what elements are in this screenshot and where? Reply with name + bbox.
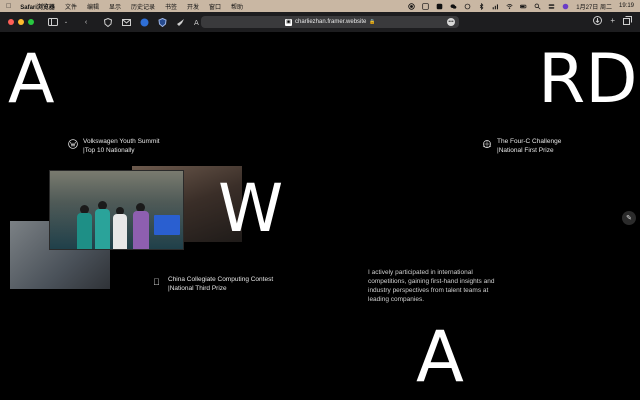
award-computing-contest-title: China Collegiate Computing Contest bbox=[168, 276, 274, 283]
battery-icon[interactable] bbox=[520, 3, 527, 10]
n-app-icon[interactable] bbox=[436, 3, 443, 10]
safari-toolbar: ⌄ ‹ A ▣ charliezhan.framer.website 🔒 •••… bbox=[0, 12, 640, 32]
menubar-date[interactable]: 1月27日 周二 bbox=[576, 2, 612, 11]
award-letters-rd: RD bbox=[538, 40, 638, 119]
menu-help[interactable]: 帮助 bbox=[231, 2, 243, 11]
site-favicon-icon: ▣ bbox=[285, 18, 292, 26]
award-letter-w: W bbox=[218, 170, 284, 247]
privacy-shield-icon[interactable] bbox=[103, 17, 113, 27]
sidebar-icon[interactable] bbox=[48, 17, 58, 27]
awards-description: I actively participated in international… bbox=[368, 269, 495, 304]
extension-bird-icon[interactable] bbox=[175, 17, 185, 27]
menu-develop[interactable]: 开发 bbox=[187, 2, 199, 11]
wifi-icon[interactable] bbox=[506, 3, 513, 10]
menu-edit[interactable]: 编辑 bbox=[87, 2, 99, 11]
award-volkswagen: Volkswagen Youth Summit |Top 10 National… bbox=[68, 138, 160, 156]
award-four-c-rank: |National First Prize bbox=[497, 146, 554, 154]
award-volkswagen-rank: |Top 10 Nationally bbox=[83, 146, 135, 154]
menu-bookmarks[interactable]: 书签 bbox=[165, 2, 177, 11]
bars-icon[interactable] bbox=[492, 3, 499, 10]
control-center-icon[interactable] bbox=[548, 3, 555, 10]
award-volkswagen-title: Volkswagen Youth Summit bbox=[83, 138, 160, 145]
extension-shield-icon[interactable] bbox=[157, 17, 167, 27]
notes-icon[interactable] bbox=[422, 2, 429, 10]
extension-blue-icon[interactable] bbox=[139, 17, 149, 27]
apple-logo-icon:  bbox=[153, 277, 163, 287]
toolbar-right: + bbox=[593, 16, 632, 27]
chat-icon[interactable] bbox=[464, 3, 471, 10]
window-controls bbox=[8, 19, 34, 25]
siri-icon[interactable] bbox=[562, 3, 569, 10]
back-icon[interactable]: ‹ bbox=[81, 17, 91, 27]
status-area: 1月27日 周二 19:19 bbox=[408, 2, 634, 11]
address-url[interactable]: charliezhan.framer.website bbox=[295, 19, 366, 25]
search-icon[interactable] bbox=[534, 3, 541, 10]
bluetooth-icon[interactable] bbox=[478, 2, 485, 10]
record-icon[interactable] bbox=[408, 2, 416, 10]
webpage-canvas: A RD Volkswagen Youth Summit |Top 10 Nat… bbox=[0, 32, 640, 400]
award-four-c: The Four-C Challenge |National First Pri… bbox=[482, 138, 561, 156]
menubar-time[interactable]: 19:19 bbox=[619, 3, 634, 9]
svg-text:A: A bbox=[194, 19, 199, 27]
menu-app-name[interactable]: Safari浏览器 bbox=[20, 2, 55, 11]
address-bar[interactable]: ▣ charliezhan.framer.website 🔒 ••• bbox=[201, 16, 459, 28]
new-tab-icon[interactable]: + bbox=[610, 16, 615, 27]
apple-menu-icon[interactable]:  bbox=[6, 3, 11, 10]
zoom-window-button[interactable] bbox=[28, 19, 34, 25]
award-four-c-title: The Four-C Challenge bbox=[497, 138, 562, 145]
more-options-icon[interactable]: ••• bbox=[447, 18, 455, 26]
un-logo-icon bbox=[482, 140, 492, 148]
downloads-icon[interactable] bbox=[593, 16, 603, 27]
menu-history[interactable]: 历史记录 bbox=[131, 2, 155, 11]
close-window-button[interactable] bbox=[8, 19, 14, 25]
minimize-window-button[interactable] bbox=[18, 19, 24, 25]
award-letter-a-bottom: A bbox=[416, 316, 464, 398]
tab-overview-icon[interactable] bbox=[623, 16, 632, 27]
extension-mail-icon[interactable] bbox=[121, 17, 131, 27]
chevron-down-icon[interactable]: ⌄ bbox=[61, 17, 71, 27]
macos-menu-bar:  Safari浏览器 文件 编辑 显示 历史记录 书签 开发 窗口 帮助 1月… bbox=[0, 0, 640, 12]
volkswagen-logo-icon bbox=[68, 139, 78, 149]
wechat-icon[interactable] bbox=[450, 3, 457, 10]
menu-window[interactable]: 窗口 bbox=[209, 2, 221, 11]
photo-group-event bbox=[49, 170, 184, 250]
menu-view[interactable]: 显示 bbox=[109, 2, 121, 11]
lock-icon: 🔒 bbox=[369, 19, 376, 25]
award-computing-contest:  China Collegiate Computing Contest |Na… bbox=[153, 276, 273, 294]
menu-file[interactable]: 文件 bbox=[65, 2, 77, 11]
edit-pencil-icon[interactable]: ✎ bbox=[622, 211, 636, 225]
award-computing-contest-rank: |National Third Prize bbox=[168, 284, 227, 292]
award-letter-a-top: A bbox=[8, 40, 55, 119]
